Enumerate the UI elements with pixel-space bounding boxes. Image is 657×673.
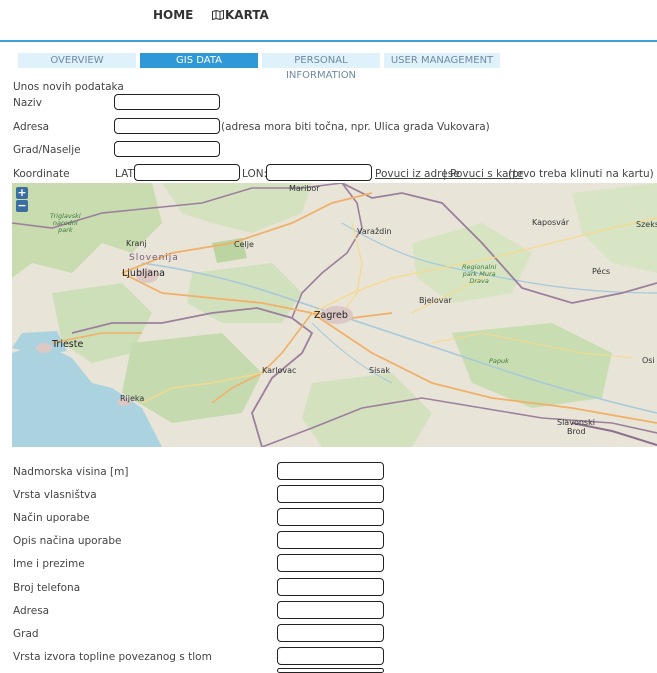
map-city-label: Pécs (592, 267, 611, 276)
field-label: Način uporabe (13, 512, 90, 524)
tab-overview[interactable]: OVERVIEW (18, 53, 136, 68)
field-label: Vrsta izvora topline povezanog s tlom (13, 651, 212, 663)
povuci-iz-adrese-link[interactable]: Povuci iz adrese (375, 168, 460, 180)
grad-naselje-input[interactable] (114, 141, 220, 157)
naziv-input[interactable] (114, 94, 220, 110)
grad-naselje-label: Grad/Naselje (13, 144, 81, 156)
map-city-label: Kaposvár (532, 218, 570, 227)
field-input[interactable] (277, 668, 384, 673)
field-label: Ime i prezime (13, 558, 85, 570)
naziv-label: Naziv (13, 97, 42, 109)
karta-hint: (prvo treba klinuti na kartu) (508, 168, 654, 180)
field-input[interactable] (277, 508, 384, 526)
field-label: Broj telefona (13, 582, 81, 594)
field-input[interactable] (277, 554, 384, 572)
field-input[interactable] (277, 601, 384, 619)
nav-karta-label: KARTA (225, 8, 269, 22)
map-city-label: Osi (642, 356, 655, 365)
nav-karta-link[interactable]: KARTA (212, 8, 269, 22)
adresa-input[interactable] (114, 118, 220, 134)
map-city-label: Bjelovar (419, 296, 452, 305)
field-input[interactable] (277, 624, 384, 642)
map-park-label: Regionalni park Mura Drava (462, 264, 496, 285)
field-label: Adresa (13, 605, 50, 617)
nav-home-link[interactable]: HOME (153, 8, 193, 22)
header-divider (0, 40, 657, 42)
section-title: Unos novih podataka (13, 81, 124, 93)
map-city-label: Brod (567, 427, 586, 436)
field-input[interactable] (277, 647, 384, 665)
lon-label: LON: (242, 168, 268, 180)
map-city-label: Maribor (289, 184, 320, 193)
field-input[interactable] (277, 485, 384, 503)
map-icon (212, 8, 224, 22)
map-city-label: Varaždin (357, 227, 392, 236)
park-label-line: park (58, 226, 73, 234)
tab-gis-data[interactable]: GIS DATA (140, 53, 258, 68)
map-city-label: Rijeka (120, 394, 145, 403)
map-city-label: Celje (234, 240, 254, 249)
link-separator: | (443, 168, 447, 180)
map-city-label: Ljubljana (122, 268, 165, 279)
map-park-label: Triglavski narodni park (50, 213, 81, 234)
map-zoom-in-button[interactable]: + (16, 187, 28, 199)
lat-input[interactable] (134, 164, 240, 181)
map-park-label: Papuk (489, 357, 509, 365)
tab-user-management[interactable]: USER MANAGEMENT (384, 53, 500, 68)
field-label: Vrsta vlasništva (13, 489, 97, 501)
park-label-line: Drava (469, 277, 489, 285)
map-city-label: Trieste (52, 339, 84, 350)
adresa-label: Adresa (13, 121, 50, 133)
koordinate-label: Koordinate (13, 168, 70, 180)
adresa-hint: (adresa mora biti točna, npr. Ulica grad… (221, 121, 490, 133)
map-city-label: Sisak (369, 366, 391, 375)
field-input[interactable] (277, 578, 384, 596)
field-label: Opis načina uporabe (13, 535, 122, 547)
field-input[interactable] (277, 531, 384, 549)
tab-personal-information[interactable]: PERSONAL INFORMATION (262, 53, 380, 81)
lon-input[interactable] (266, 164, 372, 181)
field-input[interactable] (277, 462, 384, 480)
map-zoom-out-button[interactable]: − (16, 200, 28, 212)
field-label: Nadmorska visina [m] (13, 466, 129, 478)
map-city-label: Slavonski (557, 418, 595, 427)
map-city-label: Karlovac (262, 366, 297, 375)
map-view[interactable]: + − Triglavski narodni park Regionalni p… (12, 183, 657, 447)
map-city-label: Szeks (636, 220, 657, 229)
field-label: Grad (13, 628, 39, 640)
map-country-label: Slovenija (129, 253, 179, 263)
top-navigation: HOME KARTA (0, 0, 657, 32)
map-city-label: Zagreb (314, 310, 348, 321)
map-city-label: Kranj (126, 239, 147, 248)
